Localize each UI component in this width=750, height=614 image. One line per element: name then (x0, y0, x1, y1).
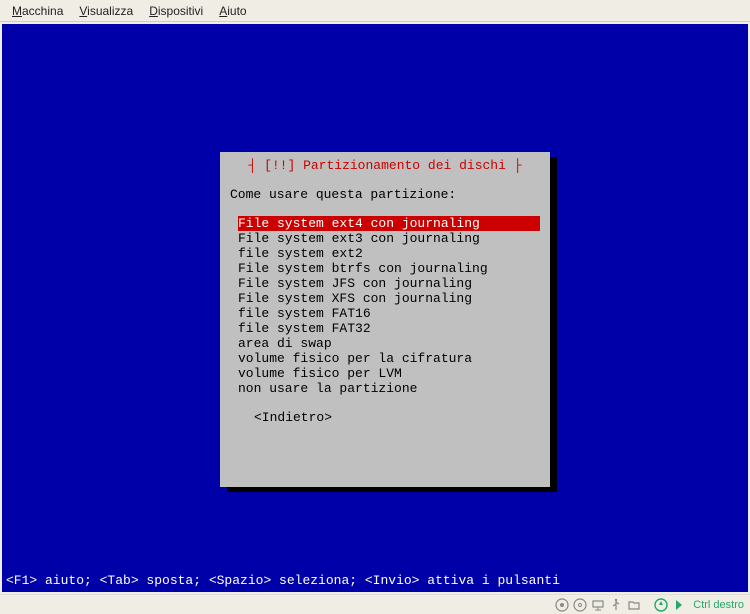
hdd-icon (554, 597, 569, 612)
dialog-prompt: Come usare questa partizione: (230, 187, 540, 202)
installer-statusline: <F1> aiuto; <Tab> sposta; <Spazio> selez… (6, 573, 560, 588)
filesystem-option[interactable]: File system ext4 con journaling (238, 216, 540, 231)
menu-dispositivi[interactable]: Dispositivi (141, 2, 211, 20)
filesystem-option[interactable]: file system FAT32 (238, 321, 540, 336)
vm-menubar: Macchina Visualizza Dispositivi Aiuto (0, 0, 750, 22)
back-button[interactable]: <Indietro> (254, 410, 540, 425)
host-key-label: Ctrl destro (693, 599, 744, 611)
cd-icon (572, 597, 587, 612)
usb-icon (608, 597, 623, 612)
filesystem-option[interactable]: volume fisico per LVM (238, 366, 540, 381)
filesystem-option[interactable]: non usare la partizione (238, 381, 540, 396)
menu-visualizza[interactable]: Visualizza (71, 2, 141, 20)
filesystem-option[interactable]: File system JFS con journaling (238, 276, 540, 291)
mouse-integration-icon (653, 597, 668, 612)
shared-folder-icon (626, 597, 641, 612)
filesystem-option-list: File system ext4 con journalingFile syst… (238, 216, 540, 396)
filesystem-option[interactable]: File system ext3 con journaling (238, 231, 540, 246)
filesystem-option[interactable]: area di swap (238, 336, 540, 351)
filesystem-option[interactable]: volume fisico per la cifratura (238, 351, 540, 366)
network-icon (590, 597, 605, 612)
vm-host-statusbar: Ctrl destro (0, 594, 750, 614)
partition-dialog: ┤ [!!] Partizionamento dei dischi ├ Come… (220, 152, 550, 487)
menu-macchina[interactable]: Macchina (4, 2, 71, 20)
keyboard-captured-icon (671, 597, 686, 612)
filesystem-option[interactable]: File system XFS con journaling (238, 291, 540, 306)
vm-screen: ┤ [!!] Partizionamento dei dischi ├ Come… (2, 24, 748, 592)
filesystem-option[interactable]: file system FAT16 (238, 306, 540, 321)
filesystem-option[interactable]: File system btrfs con journaling (238, 261, 540, 276)
dialog-title: ┤ [!!] Partizionamento dei dischi ├ (230, 158, 540, 173)
filesystem-option[interactable]: file system ext2 (238, 246, 540, 261)
menu-aiuto[interactable]: Aiuto (211, 2, 254, 20)
